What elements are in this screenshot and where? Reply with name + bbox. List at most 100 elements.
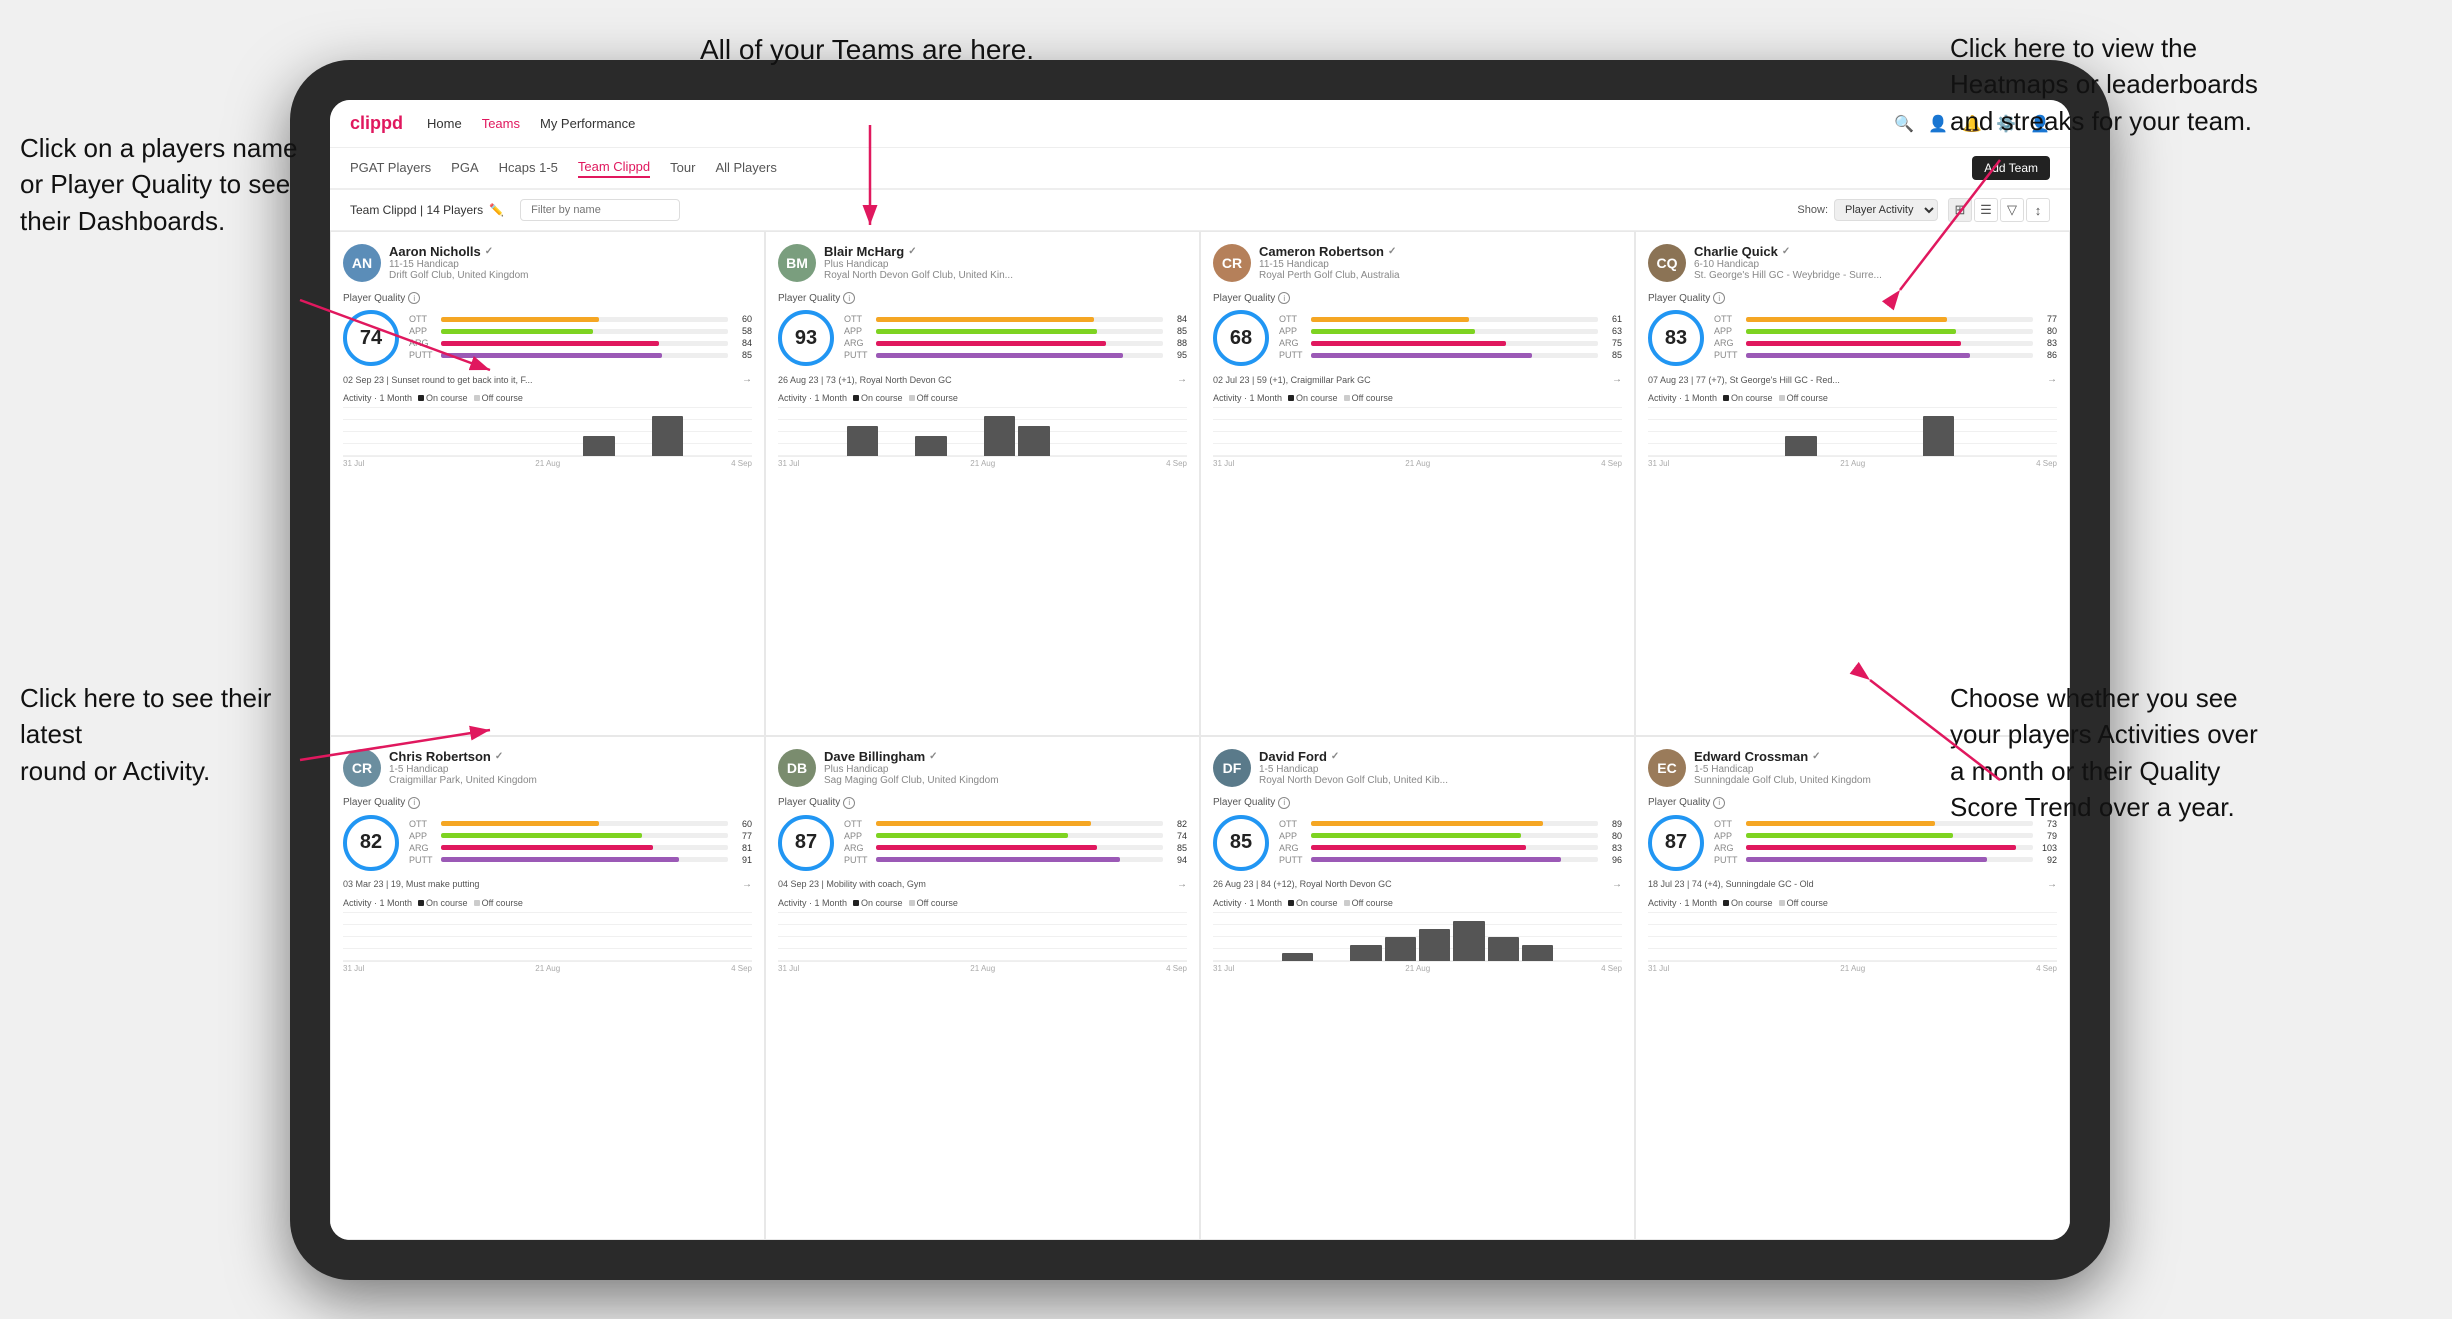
- latest-round-text: 07 Aug 23 | 77 (+7), St George's Hill GC…: [1648, 375, 2043, 385]
- chart-bars: [1648, 407, 2057, 456]
- player-card[interactable]: CR Cameron Robertson ✓ 11-15 Handicap Ro…: [1200, 231, 1635, 736]
- latest-round[interactable]: 18 Jul 23 | 74 (+4), Sunningdale GC - Ol…: [1648, 879, 2057, 890]
- show-select[interactable]: Player Activity: [1834, 199, 1938, 221]
- oncourse-dot: [1723, 900, 1729, 906]
- quality-score[interactable]: 68: [1213, 310, 1269, 366]
- tab-all-players[interactable]: All Players: [715, 160, 776, 177]
- nav-performance[interactable]: My Performance: [540, 116, 635, 131]
- quality-section: 83 OTT 77 APP 80 ARG 83: [1648, 310, 2057, 366]
- player-name[interactable]: Blair McHarg ✓: [824, 244, 1187, 259]
- stat-label-app: APP: [1714, 326, 1742, 336]
- quality-score[interactable]: 85: [1213, 815, 1269, 871]
- legend-offcourse: Off course: [909, 898, 958, 908]
- stat-row-ott: OTT 61: [1279, 314, 1622, 324]
- chart-bars: [1213, 407, 1622, 456]
- player-card[interactable]: CQ Charlie Quick ✓ 6-10 Handicap St. Geo…: [1635, 231, 2070, 736]
- verified-icon: ✓: [908, 246, 916, 257]
- offcourse-label: Off course: [1787, 898, 1828, 908]
- player-header: CR Chris Robertson ✓ 1-5 Handicap Craigm…: [343, 749, 752, 787]
- stat-label-ott: OTT: [1714, 819, 1742, 829]
- latest-round[interactable]: 03 Mar 23 | 19, Must make putting →: [343, 879, 752, 890]
- search-icon[interactable]: 🔍: [1894, 114, 1914, 134]
- filter-icon[interactable]: ▽: [2000, 198, 2024, 222]
- chart-bar: [1522, 945, 1553, 961]
- player-name[interactable]: Aaron Nicholls ✓: [389, 244, 752, 259]
- nav-home[interactable]: Home: [427, 116, 462, 131]
- oncourse-label: On course: [1731, 898, 1773, 908]
- oncourse-dot: [1723, 395, 1729, 401]
- nav-teams[interactable]: Teams: [482, 116, 520, 131]
- latest-round[interactable]: 26 Aug 23 | 73 (+1), Royal North Devon G…: [778, 374, 1187, 385]
- player-name[interactable]: Chris Robertson ✓: [389, 749, 752, 764]
- latest-round[interactable]: 26 Aug 23 | 84 (+12), Royal North Devon …: [1213, 879, 1622, 890]
- search-input[interactable]: [520, 199, 680, 221]
- stat-value-arg: 103: [2037, 843, 2057, 853]
- user-icon[interactable]: 👤: [1928, 114, 1948, 134]
- player-avatar: CQ: [1648, 244, 1686, 282]
- date-mid: 21 Aug: [535, 459, 560, 468]
- round-arrow-icon: →: [1612, 374, 1622, 385]
- sort-icon[interactable]: ↕: [2026, 198, 2050, 222]
- tab-team-clippd[interactable]: Team Clippd: [578, 159, 650, 178]
- stat-label-ott: OTT: [844, 314, 872, 324]
- stat-row-arg: ARG 81: [409, 843, 752, 853]
- mini-chart: [343, 407, 752, 457]
- player-card[interactable]: DF David Ford ✓ 1-5 Handicap Royal North…: [1200, 736, 1635, 1241]
- stat-row-arg: ARG 88: [844, 338, 1187, 348]
- tab-hcaps[interactable]: Hcaps 1-5: [499, 160, 558, 177]
- tab-pgat-players[interactable]: PGAT Players: [350, 160, 431, 177]
- player-info: Cameron Robertson ✓ 11-15 Handicap Royal…: [1259, 244, 1622, 281]
- quality-score[interactable]: 87: [1648, 815, 1704, 871]
- quality-score[interactable]: 74: [343, 310, 399, 366]
- stat-row-app: APP 58: [409, 326, 752, 336]
- latest-round[interactable]: 04 Sep 23 | Mobility with coach, Gym →: [778, 879, 1187, 890]
- latest-round-text: 26 Aug 23 | 84 (+12), Royal North Devon …: [1213, 879, 1608, 889]
- date-mid: 21 Aug: [1840, 459, 1865, 468]
- quality-score[interactable]: 87: [778, 815, 834, 871]
- player-card[interactable]: AN Aaron Nicholls ✓ 11-15 Handicap Drift…: [330, 231, 765, 736]
- stat-bar-wrap-putt: [1311, 353, 1598, 358]
- stat-value-arg: 88: [1167, 338, 1187, 348]
- chart-bar: [1923, 416, 1954, 456]
- player-card[interactable]: CR Chris Robertson ✓ 1-5 Handicap Craigm…: [330, 736, 765, 1241]
- stat-value-ott: 77: [2037, 314, 2057, 324]
- quality-score[interactable]: 83: [1648, 310, 1704, 366]
- quality-score[interactable]: 82: [343, 815, 399, 871]
- stat-value-arg: 83: [2037, 338, 2057, 348]
- edit-icon[interactable]: ✏️: [489, 203, 504, 217]
- stat-label-ott: OTT: [1279, 314, 1307, 324]
- chart-bar: [652, 416, 683, 456]
- date-end: 4 Sep: [1601, 964, 1622, 973]
- quality-stats: OTT 82 APP 74 ARG 85 PU: [844, 819, 1187, 867]
- quality-stats: OTT 73 APP 79 ARG 103 P: [1714, 819, 2057, 867]
- player-card[interactable]: BM Blair McHarg ✓ Plus Handicap Royal No…: [765, 231, 1200, 736]
- tab-pga[interactable]: PGA: [451, 160, 478, 177]
- legend-oncourse: On course: [1288, 898, 1338, 908]
- stat-row-putt: PUTT 94: [844, 855, 1187, 865]
- list-view-icon[interactable]: ☰: [1974, 198, 1998, 222]
- player-name[interactable]: Cameron Robertson ✓: [1259, 244, 1622, 259]
- stat-bar-wrap-arg: [441, 341, 728, 346]
- stat-label-arg: ARG: [1714, 338, 1742, 348]
- tab-tour[interactable]: Tour: [670, 160, 695, 177]
- player-name[interactable]: Dave Billingham ✓: [824, 749, 1187, 764]
- latest-round[interactable]: 02 Sep 23 | Sunset round to get back int…: [343, 374, 752, 385]
- latest-round[interactable]: 07 Aug 23 | 77 (+7), St George's Hill GC…: [1648, 374, 2057, 385]
- player-name[interactable]: David Ford ✓: [1259, 749, 1622, 764]
- stat-bar-wrap-putt: [1311, 857, 1598, 862]
- latest-round[interactable]: 02 Jul 23 | 59 (+1), Craigmillar Park GC…: [1213, 374, 1622, 385]
- player-name[interactable]: Charlie Quick ✓: [1694, 244, 2057, 259]
- chart-dates: 31 Jul 21 Aug 4 Sep: [1648, 459, 2057, 468]
- date-mid: 21 Aug: [970, 459, 995, 468]
- player-avatar: BM: [778, 244, 816, 282]
- player-card[interactable]: DB Dave Billingham ✓ Plus Handicap Sag M…: [765, 736, 1200, 1241]
- player-club: St. George's Hill GC - Weybridge - Surre…: [1694, 270, 2057, 281]
- quality-label: Player Quality i: [343, 292, 752, 304]
- quality-stats: OTT 77 APP 80 ARG 83 PU: [1714, 314, 2057, 362]
- offcourse-label: Off course: [917, 393, 958, 403]
- quality-score[interactable]: 93: [778, 310, 834, 366]
- stat-bar-wrap-ott: [1311, 821, 1598, 826]
- add-team-button[interactable]: Add Team: [1972, 156, 2050, 180]
- grid-view-icon[interactable]: ⊞: [1948, 198, 1972, 222]
- stat-label-putt: PUTT: [409, 350, 437, 360]
